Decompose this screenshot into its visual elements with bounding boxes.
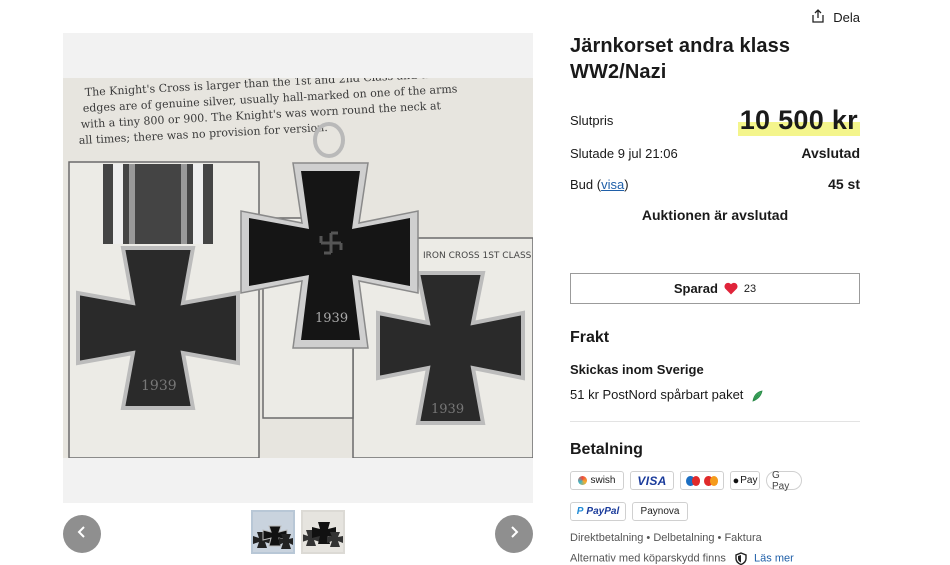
next-image-button[interactable] xyxy=(495,515,533,553)
final-price-label: Slutpris xyxy=(570,113,614,128)
chevron-left-icon xyxy=(75,525,89,544)
heart-icon xyxy=(724,282,738,295)
bids-row: Bud (visa) 45 st xyxy=(570,176,860,192)
saved-label: Sparad xyxy=(673,281,718,296)
paypal-logo: P PayPal xyxy=(570,502,626,521)
listing-photo[interactable]: The Knight's Cross is larger than the 1s… xyxy=(63,78,533,458)
end-time: Slutade 9 jul 21:06 xyxy=(570,145,678,161)
saved-button[interactable]: Sparad 23 xyxy=(570,273,860,304)
payment-heading: Betalning xyxy=(570,441,643,458)
listing-title: Järnkorset andra klass WW2/Nazi xyxy=(570,35,791,83)
leaf-icon xyxy=(747,387,763,402)
final-price: 10 500 kr xyxy=(737,105,860,136)
bids-label: Bud (visa) xyxy=(570,176,629,192)
shipping-option: 51 kr PostNord spårbart paket xyxy=(570,387,763,402)
payment-methods-row-2: P PayPal Paynova xyxy=(570,502,688,521)
auction-ended-notice: Auktionen är avslutad xyxy=(641,207,789,223)
payment-types: Direktbetalning • Delbetalning • Faktura xyxy=(570,532,762,544)
listing-details: Järnkorset andra klass WW2/Nazi Slutpris… xyxy=(570,33,860,565)
divider xyxy=(570,421,860,422)
end-time-row: Slutade 9 jul 21:06 Avslutad xyxy=(570,145,860,161)
mastercard-logo xyxy=(680,471,724,490)
learn-more-link[interactable]: Läs mer xyxy=(754,552,794,564)
bids-count: 45 st xyxy=(828,176,860,192)
apple-pay-logo: ● Pay xyxy=(730,471,760,490)
thumbnail-1[interactable] xyxy=(251,510,295,554)
saved-count: 23 xyxy=(743,282,757,295)
thumbnail-strip xyxy=(251,510,345,554)
visa-logo: VISA xyxy=(630,471,674,490)
shield-icon xyxy=(729,552,754,565)
image-gallery: The Knight's Cross is larger than the 1s… xyxy=(63,33,533,503)
svg-text:1939: 1939 xyxy=(315,311,348,326)
thumbnail-2[interactable] xyxy=(301,510,345,554)
payment-methods-row-1: swish VISA ● Pay G Pay xyxy=(570,470,802,492)
status-badge: Avslutad xyxy=(801,145,860,161)
show-bids-link[interactable]: visa xyxy=(601,177,624,192)
final-price-row: Slutpris 10 500 kr xyxy=(570,105,860,136)
share-icon xyxy=(811,9,825,26)
svg-text:1939: 1939 xyxy=(431,402,464,417)
previous-image-button[interactable] xyxy=(63,515,101,553)
share-button[interactable]: Dela xyxy=(811,9,860,26)
chevron-right-icon xyxy=(507,525,521,544)
svg-text:IRON CROSS 1ST CLASS: IRON CROSS 1ST CLASS xyxy=(423,251,532,261)
shipping-heading: Frakt xyxy=(570,329,610,346)
paynova-logo: Paynova xyxy=(632,502,688,521)
google-pay-logo: G Pay xyxy=(766,470,802,492)
svg-text:1939: 1939 xyxy=(141,378,177,394)
shipping-region: Skickas inom Sverige xyxy=(570,362,704,377)
share-label: Dela xyxy=(833,10,860,25)
swish-logo: swish xyxy=(570,471,624,490)
buyer-protection: Alternativ med köparskydd finns Läs mer xyxy=(570,552,794,565)
